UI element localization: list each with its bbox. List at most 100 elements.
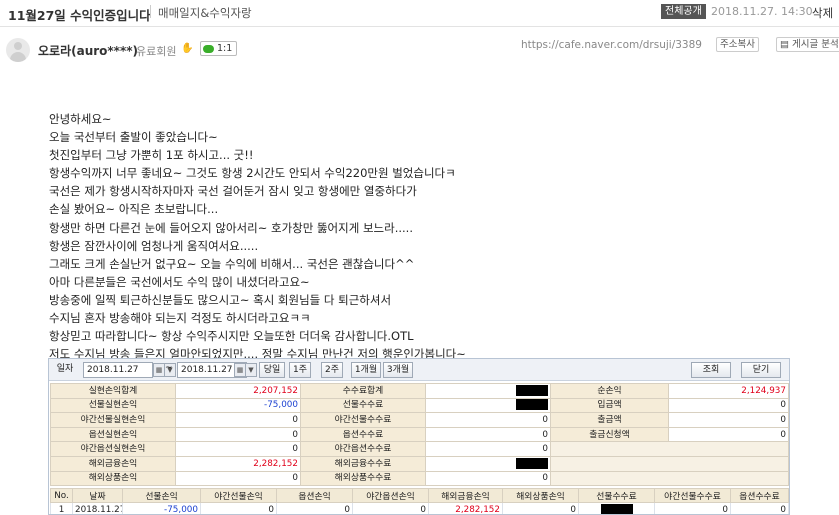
title-divider [150,5,151,18]
author-row: 오로라(auro****) 유료회원 ✋ 1:1 https://cafe.na… [0,36,839,64]
copy-url-button[interactable]: 주소복사 [716,37,759,52]
body-line: 항상믿고 따라합니다~ 항상 수익주시지만 오늘또한 더더욱 감사합니다.OTL [49,329,414,344]
post-url: https://cafe.naver.com/drsuji/3389 [521,39,702,51]
body-line: 국선은 제가 항생시작하자마자 국선 걸어둔거 잠시 잊고 항생에만 열중하다가 [49,184,417,199]
summary-label: 야간선물실현손익 [50,412,176,428]
summary-table: 실현손익합계 2,207,152 수수료합계 순손익 2,124,937 선물실… [50,383,789,487]
one-month-button[interactable]: 1개월 [351,362,381,378]
body-line: 항생은 잠깐사이에 엄청나게 움직여서요..... [49,238,259,253]
search-button[interactable]: 조회 [691,362,731,378]
summary-value: 2,282,152 [175,455,301,472]
redacted-value [578,502,655,514]
summary-value: 0 [175,470,301,487]
chevron-down-icon[interactable]: ▼ [245,363,257,377]
summary-label: 수수료합계 [300,383,426,399]
overseas-finance-pnl: 2,282,152 [428,502,503,514]
summary-row: 선물실현손익 -75,000 선물수수료 입금액 0 [50,397,789,414]
redaction-box [516,457,548,469]
two-week-button[interactable]: 2주 [321,362,343,378]
post-date: 2018.11.27. 14:30 [711,5,813,18]
column-header: 선물수수료 [578,488,655,503]
column-header: No. [50,488,73,503]
summary-value: 0 [668,426,789,443]
column-header: 날짜 [72,488,123,503]
summary-label: 야간옵션실현손익 [50,441,176,457]
body-line: 항생만 하면 다른건 눈에 들어오지 않아서리~ 호가창만 뚫어지게 보느라..… [49,220,413,235]
summary-row: 야간선물실현손익 0 야간선물수수료 0 출금액 0 [50,412,789,428]
column-header: 옵션수수료 [730,488,789,503]
column-header: 해외상품손익 [502,488,579,503]
summary-value: 0 [175,441,301,457]
summary-value: 2,124,937 [668,383,789,399]
redacted-value [425,397,551,414]
body-line: 아마 다른분들은 국선에서도 수익 많이 내셨더라고요~ [49,274,310,289]
summary-label: 해외금융손익 [50,455,176,472]
summary-value: 0 [425,426,551,443]
profit-screenshot: 일자 2018.11.27 ▦ ▼ ~ 2018.11.27 ▦ ▼ 당일 1주… [48,358,790,515]
options-fee: 0 [730,502,789,514]
column-header: 선물손익 [122,488,201,503]
trade-toolbar: 일자 2018.11.27 ▦ ▼ ~ 2018.11.27 ▦ ▼ 당일 1주… [49,359,789,381]
summary-label: 실현손익합계 [50,383,176,399]
redaction-box [516,384,548,396]
chat-label: 1:1 [217,43,233,54]
summary-label: 야간선물수수료 [300,412,426,428]
date-from-input[interactable]: 2018.11.27 [83,362,153,378]
column-header: 야간옵션손익 [352,488,429,503]
summary-label: 선물수수료 [300,397,426,414]
delete-button[interactable]: 삭제 [812,5,833,21]
summary-blank [550,470,789,487]
redacted-value [425,383,551,399]
body-line: 수지님 혼자 방송해야 되는지 걱정도 하시더라고요ㅋㅋ [49,311,311,326]
summary-blank [550,455,789,472]
post-header: 11월27일 수익인증입니다 매매일지&수익자랑 전체공개 2018.11.27… [0,0,839,27]
redaction-box [516,399,548,411]
summary-value: -75,000 [175,397,301,414]
night-futures-pnl: 0 [200,502,277,514]
summary-value: 0 [668,412,789,428]
avatar-body-shape [10,52,26,62]
summary-label: 입금액 [550,397,669,414]
chart-icon: ▤ [780,39,792,50]
board-link[interactable]: 매매일지&수익자랑 [158,5,252,21]
futures-pnl: -75,000 [122,502,201,514]
today-button[interactable]: 당일 [259,362,285,378]
summary-row: 해외금융손익 2,282,152 해외금융수수료 [50,455,789,472]
redaction-box [600,504,633,514]
body-line: 손실 봤어요~ 아직은 초보랍니다... [49,202,219,217]
author-name[interactable]: 오로라(auro****) [38,42,138,59]
hand-icon: ✋ [181,43,194,54]
post-title: 11월27일 수익인증입니다 [8,8,151,23]
summary-row: 야간옵션실현손익 0 야간옵션수수료 0 [50,441,789,457]
summary-label: 해외상품수수료 [300,470,426,487]
chat-button[interactable]: 1:1 [200,41,238,56]
column-header: 야간선물손익 [200,488,277,503]
avatar[interactable] [6,38,30,62]
summary-row: 실현손익합계 2,207,152 수수료합계 순손익 2,124,937 [50,383,789,399]
options-pnl: 0 [276,502,353,514]
public-badge: 전체공개 [661,4,706,19]
body-line: 첫진입부터 그냥 가뿐히 1포 하시고... 굿!! [49,148,254,163]
avatar-head-shape [14,42,22,50]
overseas-goods-pnl: 0 [502,502,579,514]
post-analysis-button[interactable]: ▤ 게시글 분석 [776,37,839,52]
close-button[interactable]: 닫기 [741,362,781,378]
night-futures-fee: 0 [654,502,731,514]
summary-label: 해외상품손익 [50,470,176,487]
summary-value: 2,207,152 [175,383,301,399]
member-grade: 유료회원 [136,45,177,58]
one-week-button[interactable]: 1주 [289,362,311,378]
redacted-value [425,455,551,472]
row-date: 2018.11.27 [72,502,123,514]
three-month-button[interactable]: 3개월 [383,362,413,378]
detail-header-row: No. 날짜 선물손익 야간선물손익 옵션손익 야간옵션손익 해외금융손익 해외… [50,488,789,503]
summary-label: 옵션실현손익 [50,426,176,443]
date-label: 일자 [56,364,74,374]
post-body: 안녕하세요~ 오늘 국선부터 출발이 좋았습니다~ 첫진입부터 그냥 가뿐히 1… [49,110,809,363]
summary-label: 출금신청액 [550,426,669,443]
summary-blank [550,441,789,457]
table-row[interactable]: 1 2018.11.27 -75,000 0 0 0 2,282,152 0 0… [50,502,789,514]
summary-label: 옵션수수료 [300,426,426,443]
summary-label: 순손익 [550,383,669,399]
date-range-tilde: ~ [165,363,173,373]
